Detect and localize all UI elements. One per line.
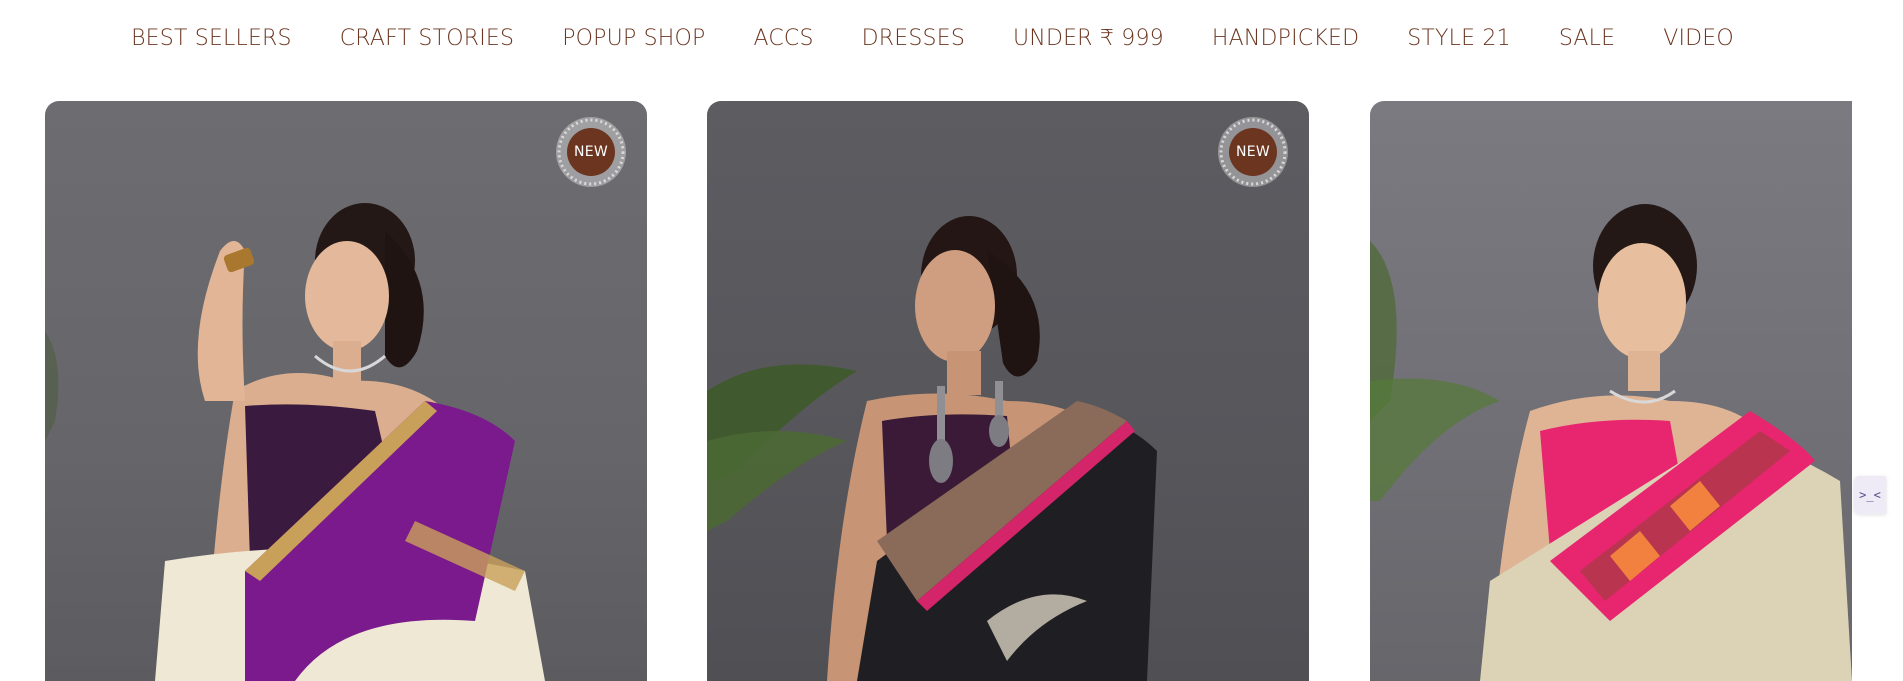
product-card[interactable]: NEW	[45, 101, 647, 681]
chat-widget-button[interactable]: >_<	[1854, 476, 1886, 514]
nav-link-craft-stories[interactable]: CRAFT STORIES	[340, 26, 514, 51]
new-badge: NEW	[1216, 115, 1290, 189]
nav-link-accs[interactable]: ACCS	[754, 26, 814, 51]
nav-link-style-21[interactable]: STYLE 21	[1407, 26, 1511, 51]
product-image	[1370, 204, 1852, 681]
nav-link-video[interactable]: VIDEO	[1663, 26, 1734, 51]
badge-label: NEW	[1235, 144, 1271, 160]
product-card[interactable]: NEW	[707, 101, 1309, 681]
main-nav: BEST SELLERS CRAFT STORIES POPUP SHOP AC…	[0, 20, 1903, 56]
nav-link-sale[interactable]: SALE	[1559, 26, 1615, 51]
badge-label: NEW	[573, 144, 609, 160]
chat-widget-icon: >_<	[1859, 488, 1881, 502]
nav-link-handpicked[interactable]: HANDPICKED	[1212, 26, 1359, 51]
product-card[interactable]	[1370, 101, 1852, 681]
nav-link-dresses[interactable]: DRESSES	[862, 26, 965, 51]
nav-link-popup-shop[interactable]: POPUP SHOP	[562, 26, 705, 51]
nav-link-best-sellers[interactable]: BEST SELLERS	[131, 26, 292, 51]
new-badge: NEW	[554, 115, 628, 189]
nav-link-under-999[interactable]: UNDER ₹ 999	[1013, 26, 1164, 51]
